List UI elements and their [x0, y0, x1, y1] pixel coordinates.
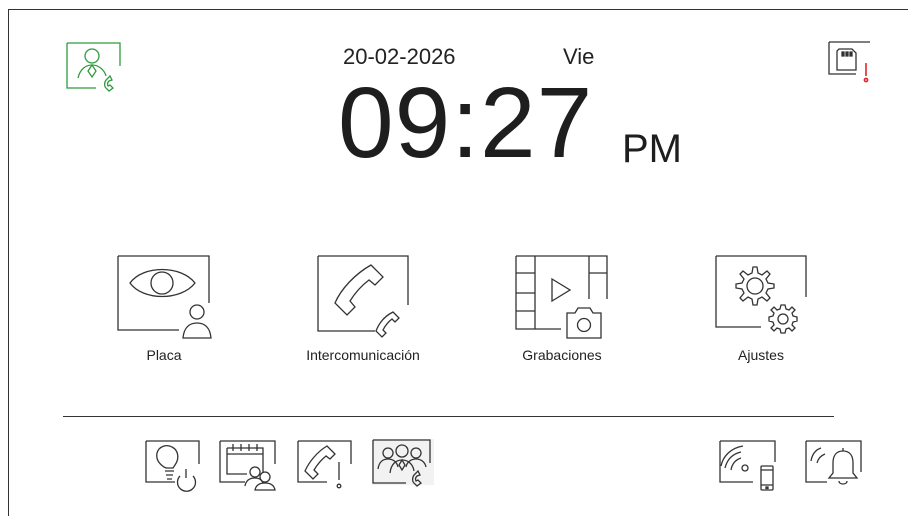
group-call-icon[interactable]: [372, 439, 434, 493]
wifi-mobile-icon[interactable]: [719, 440, 779, 492]
light-power-icon[interactable]: [145, 440, 203, 492]
menu-label-grabaciones: Grabaciones: [522, 347, 602, 363]
menu-label-placa: Placa: [146, 347, 182, 363]
frame-top-border: [8, 9, 908, 10]
gears-icon: [715, 255, 809, 341]
film-camera-icon: [515, 255, 611, 341]
phone-alert-icon[interactable]: [297, 440, 355, 492]
clock-time: 09:27: [338, 67, 594, 179]
sd-card-warning-icon[interactable]: [828, 41, 870, 85]
menu-label-ajustes: Ajustes: [738, 347, 784, 363]
calendar-schedule-icon[interactable]: [219, 440, 279, 492]
intercom-handset-icon: [317, 255, 411, 341]
clock-ampm: PM: [622, 127, 682, 171]
menu-label-intercomunicacion: Intercomunicación: [306, 347, 420, 363]
section-divider: [63, 416, 834, 417]
frame-left-border: [8, 9, 9, 516]
bell-ring-icon[interactable]: [805, 440, 865, 494]
user-call-icon[interactable]: [66, 42, 122, 94]
eye-monitor-icon: [117, 255, 213, 341]
